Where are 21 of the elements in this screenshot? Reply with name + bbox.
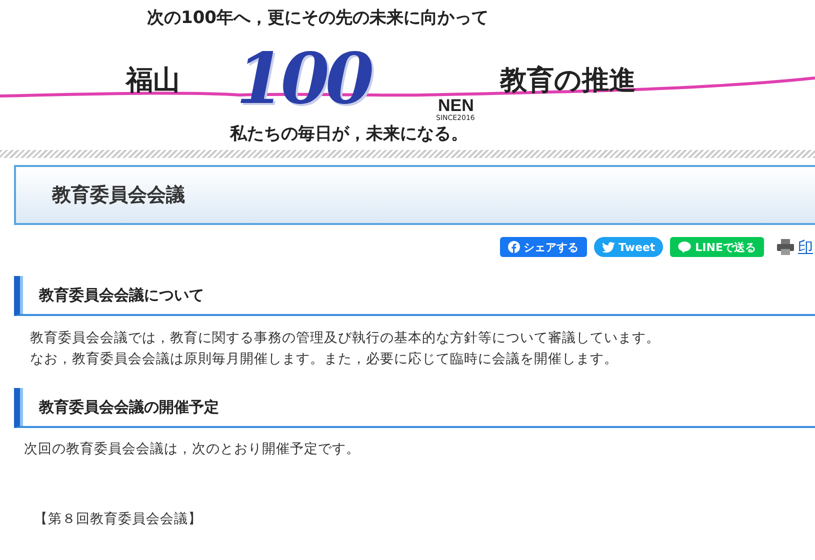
paragraph: 次回の教育委員会会議は，次のとおり開催予定です。 — [24, 440, 361, 458]
section-heading: 教育委員会会議の開催予定 — [14, 388, 815, 428]
city-text: 福山 — [126, 64, 180, 98]
meeting-label: 【第８回教育委員会会議】 — [34, 510, 203, 528]
paragraph: 教育委員会会議では，教育に関する事務の管理及び執行の基本的な方針等について審議しています。 — [30, 329, 661, 348]
share-button[interactable]: Tweet — [594, 237, 664, 257]
section-heading: 教育委員会会議について — [14, 276, 815, 316]
subtitle-text: 教育の推進 — [500, 64, 636, 98]
bird-icon — [602, 242, 615, 252]
page-title: 教育委員会会議 — [52, 183, 185, 208]
share-button[interactable]: シェアする — [500, 237, 587, 257]
share-button[interactable]: LINEで送る — [670, 237, 764, 257]
tagline-text: 私たちの毎日が，未来になる。 — [230, 123, 468, 145]
chat-bubble-icon — [678, 241, 692, 253]
facebook-icon — [508, 241, 520, 253]
print-link[interactable]: 印 — [777, 238, 813, 256]
tagline-text: 次の100年へ，更にその先の未来に向かって — [147, 7, 488, 29]
paragraph: なお，教育委員会会議は原則毎月開催します。また，必要に応じて臨時に会議を開催します。 — [30, 350, 619, 369]
print-text[interactable]: 印 — [798, 238, 813, 256]
printer-icon — [777, 239, 794, 255]
logo-word: NEN — [438, 96, 474, 115]
